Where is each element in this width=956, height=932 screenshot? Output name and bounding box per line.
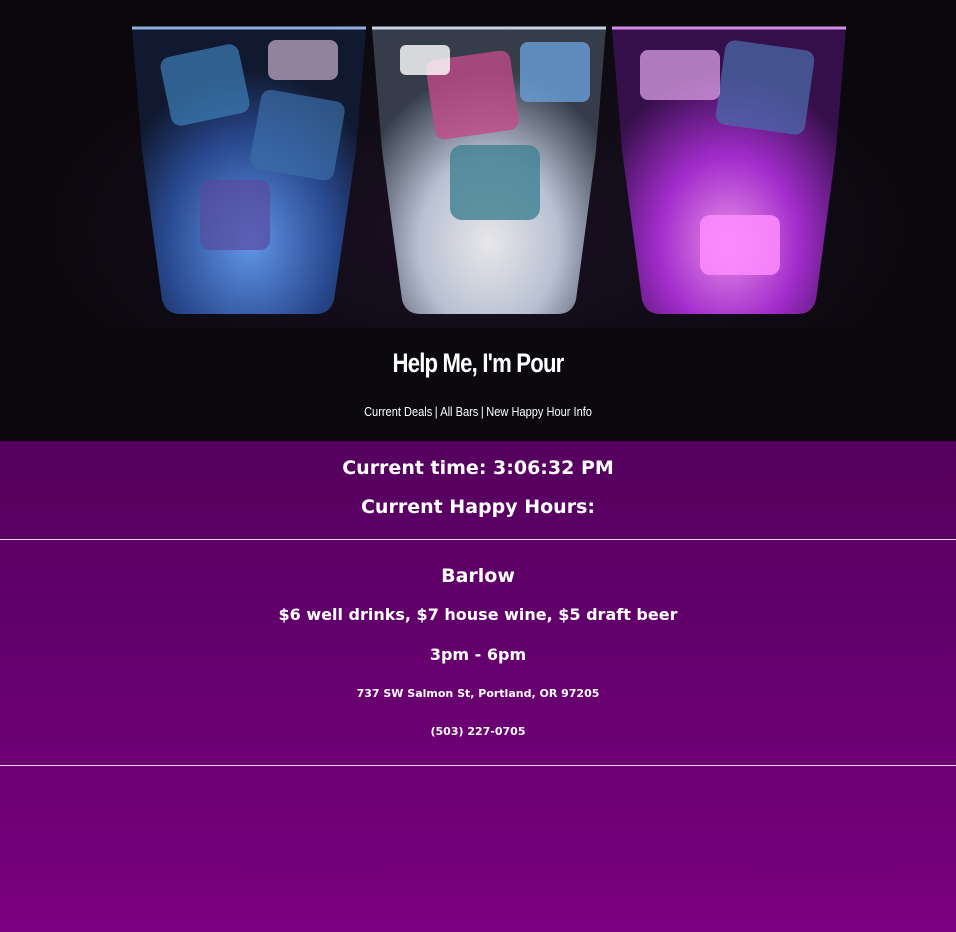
bar-phone: (503) 227-0705 [430,725,526,738]
divider [0,765,956,766]
bar-deals: $6 well drinks, $7 house wine, $5 draft … [278,605,678,624]
nav-new-happy-hour-info-link[interactable]: New Happy Hour Info [486,404,592,419]
glasses-illustration [132,26,846,314]
hero-image-cocktail-glasses [0,0,956,328]
nav-separator: | [434,404,438,419]
blue-glass [132,26,366,314]
nav-current-deals-link[interactable]: Current Deals [364,404,432,419]
nav-all-bars-link[interactable]: All Bars [440,404,478,419]
bar-address: 737 SW Salmon St, Portland, OR 97205 [356,687,600,700]
site-title: Help Me, I'm Pour [392,348,565,378]
divider [0,539,956,540]
nav-separator: | [480,404,484,419]
white-glass [372,26,606,314]
bar-hours: 3pm - 6pm [429,645,527,664]
bar-name: Barlow [441,565,515,587]
purple-glass [612,26,846,314]
main-nav: Current Deals | All Bars | New Happy Hour In… [72,404,885,419]
current-happy-hours-heading: Current Happy Hours: [360,496,595,518]
current-time: Current time: 3:06:32 PM [342,457,614,479]
site-header: Help Me, I'm Pour Current Deals | All Bars… [0,0,956,441]
